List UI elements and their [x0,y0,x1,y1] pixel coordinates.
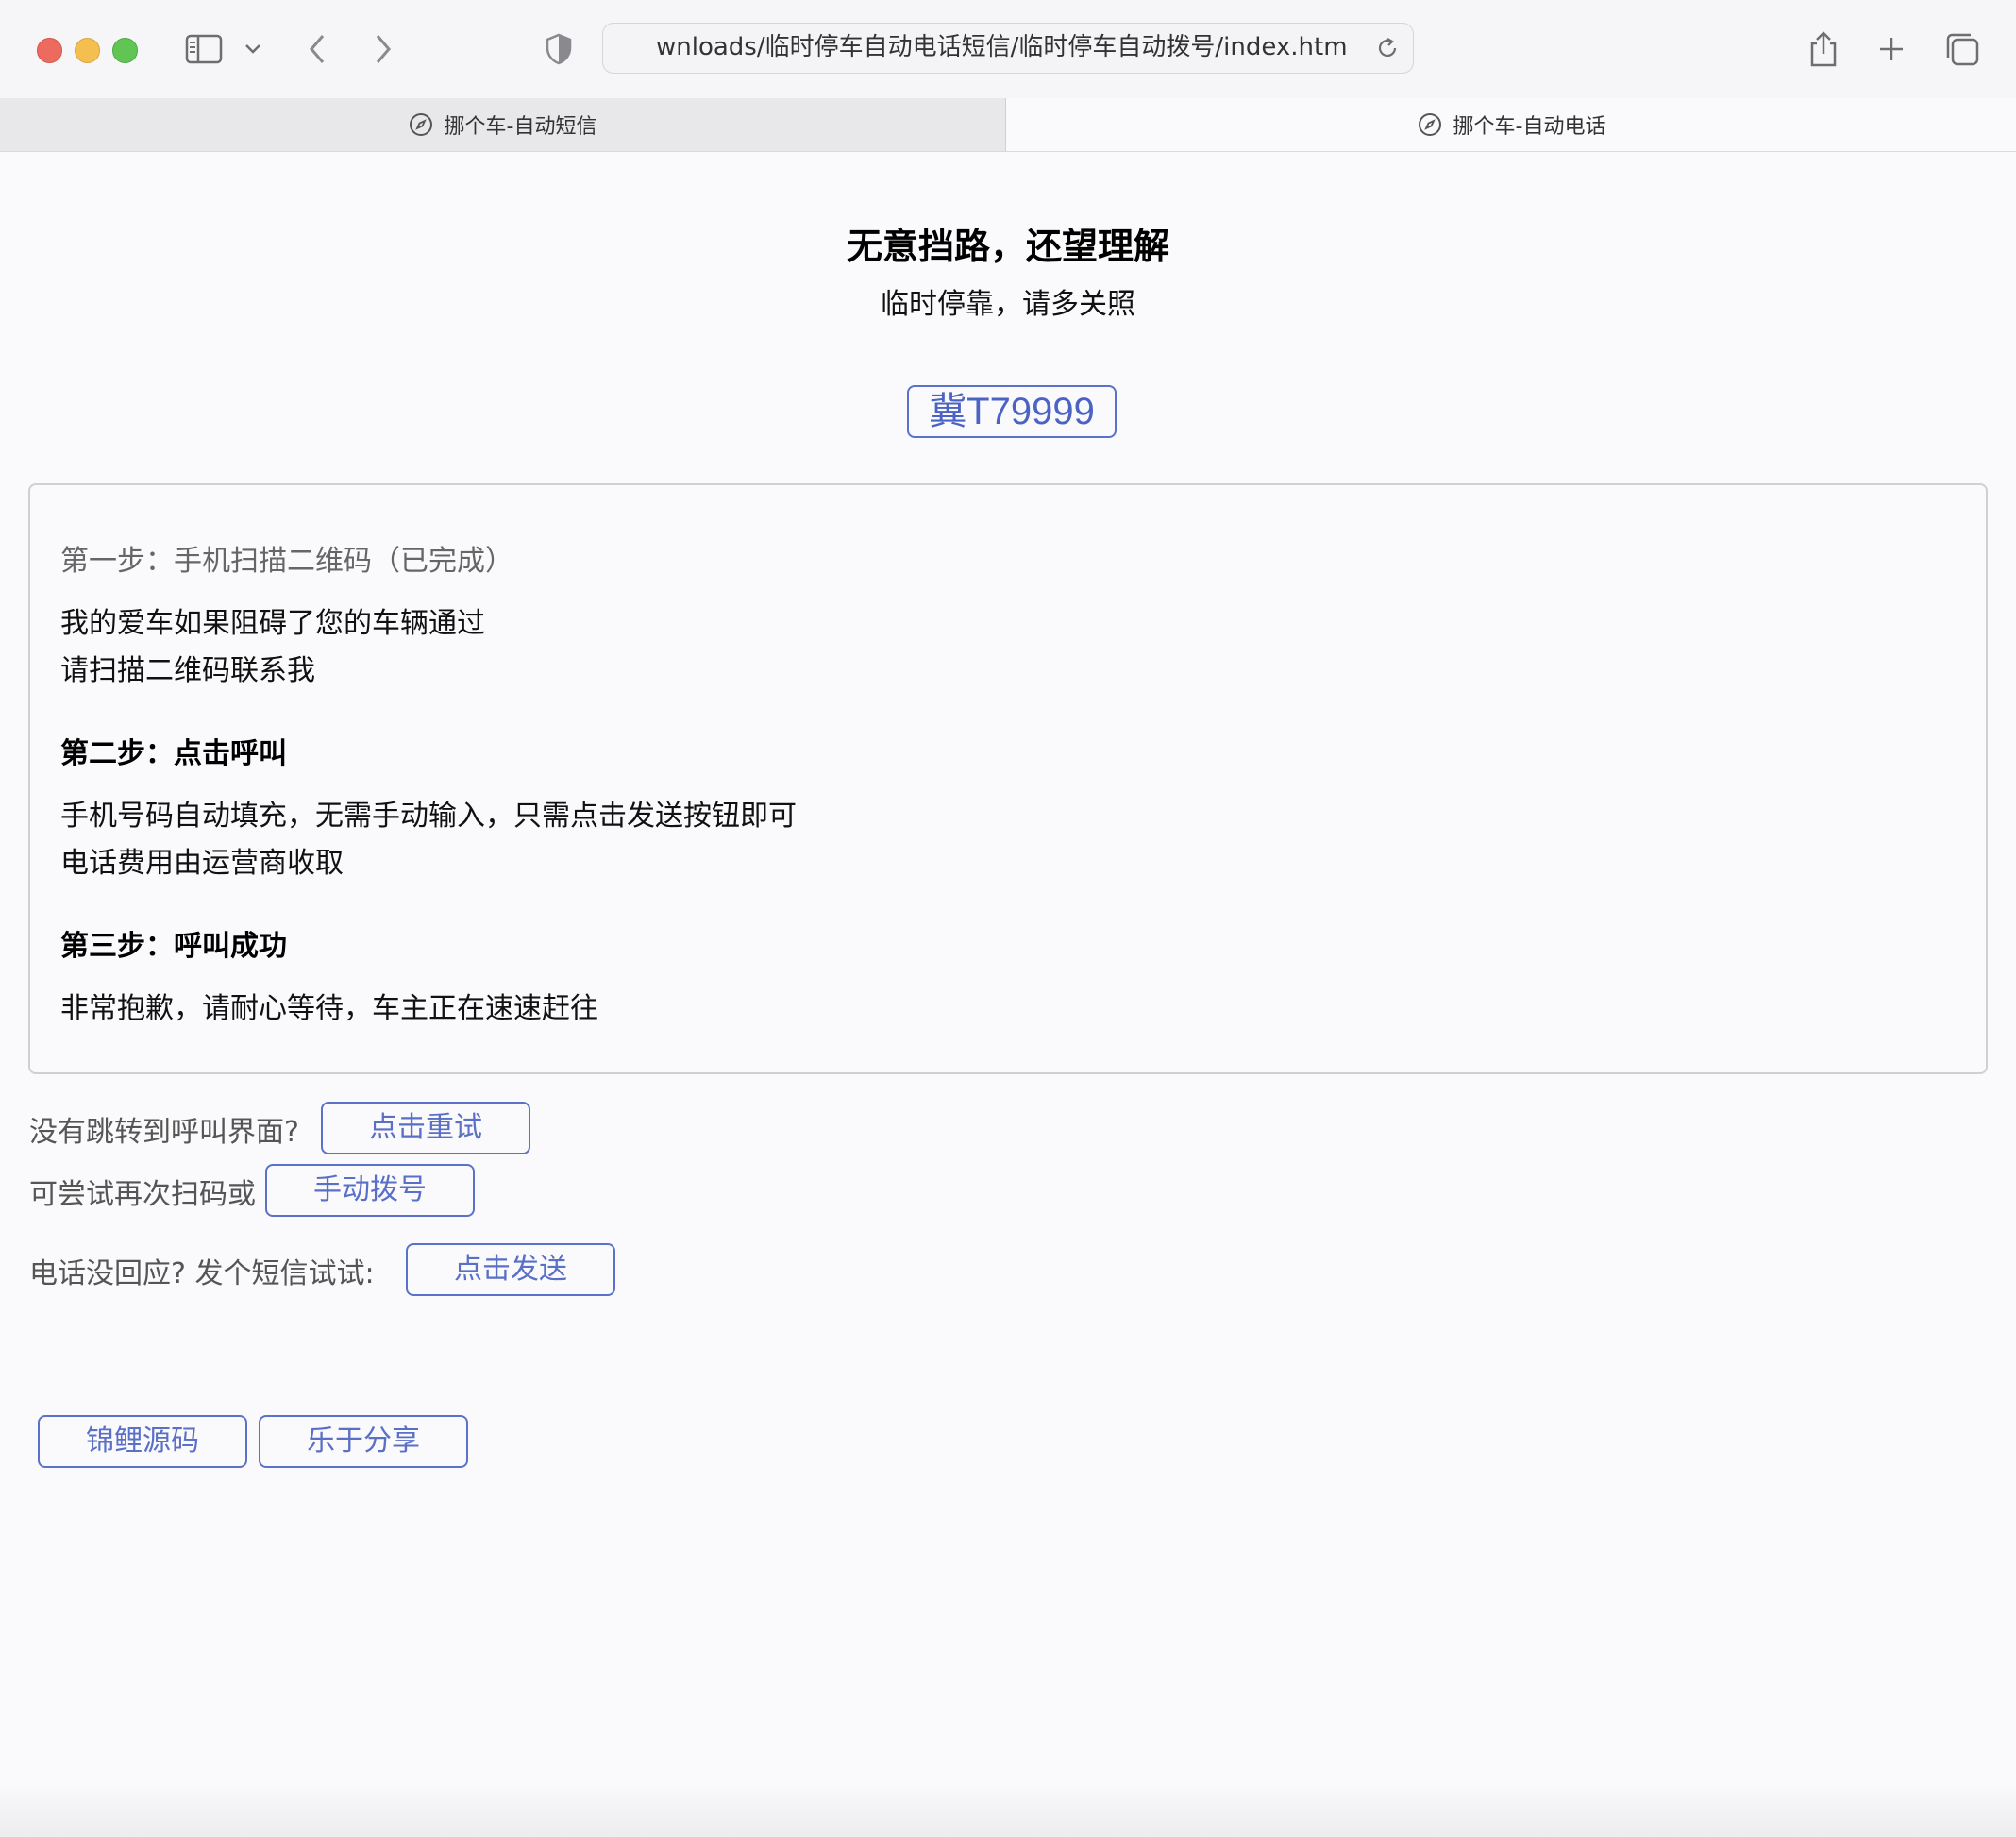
step2-title: 第二步：点击呼叫 [60,737,287,770]
page-subtitle: 临时停靠，请多关照 [881,288,1135,321]
address-url[interactable]: wnloads/临时停车自动电话短信/临时停车自动拨号/index.html [656,24,1347,72]
retry-button[interactable]: 点击重试 [321,1102,530,1154]
tab-bar: 挪个车-自动短信 挪个车-自动电话 [0,98,2016,152]
share-icon[interactable] [1803,28,1844,70]
source-code-button[interactable]: 锦鲤源码 [38,1415,247,1468]
share-button[interactable]: 乐于分享 [259,1415,468,1468]
sms-label: 电话没回应? 发个短信试试: [29,1257,375,1290]
privacy-shield-icon[interactable] [542,28,576,70]
chevron-down-icon[interactable] [241,28,265,70]
step3-title: 第三步：呼叫成功 [60,930,287,963]
manual-dial-label: 可尝试再次扫码或 [29,1178,256,1211]
step2-line1: 手机号码自动填充，无需手动输入，只需点击发送按钮即可 [60,800,797,833]
compass-icon [409,111,435,138]
step3-line1: 非常抱歉，请耐心等待，车主正在速速赶往 [60,992,598,1025]
browser-toolbar: wnloads/临时停车自动电话短信/临时停车自动拨号/index.html [0,0,2016,99]
tab-auto-sms[interactable]: 挪个车-自动短信 [0,98,1006,151]
window-bottom-shadow [0,1780,2016,1837]
tab-label: 挪个车-自动电话 [1453,115,1606,139]
zoom-window-button[interactable] [112,38,138,63]
close-window-button[interactable] [37,38,62,63]
send-sms-button[interactable]: 点击发送 [406,1243,615,1296]
address-bar[interactable]: wnloads/临时停车自动电话短信/临时停车自动拨号/index.html [602,23,1414,74]
back-arrow-icon[interactable] [300,28,334,70]
tab-label: 挪个车-自动短信 [444,115,597,139]
new-tab-plus-icon[interactable] [1871,28,1912,70]
tab-auto-call[interactable]: 挪个车-自动电话 [1007,98,2016,151]
forward-arrow-icon[interactable] [366,28,400,70]
minimize-window-button[interactable] [75,38,100,63]
step1-line1: 我的爱车如果阻碍了您的车辆通过 [60,607,485,640]
steps-panel: 第一步：手机扫描二维码（已完成） 我的爱车如果阻碍了您的车辆通过 请扫描二维码联… [28,483,1988,1074]
tab-overview-icon[interactable] [1940,28,1984,70]
license-plate: 冀T79999 [907,385,1117,438]
reload-icon[interactable] [1371,32,1403,64]
step2-line2: 电话费用由运营商收取 [60,847,344,880]
manual-dial-button[interactable]: 手动拨号 [265,1164,475,1217]
step1-title: 第一步：手机扫描二维码（已完成） [60,545,513,578]
retry-label: 没有跳转到呼叫界面? [29,1116,299,1149]
compass-icon [1418,111,1444,138]
step1-line2: 请扫描二维码联系我 [60,654,315,687]
sidebar-toggle-icon[interactable] [184,28,224,70]
page-title: 无意挡路，还望理解 [846,226,1169,267]
